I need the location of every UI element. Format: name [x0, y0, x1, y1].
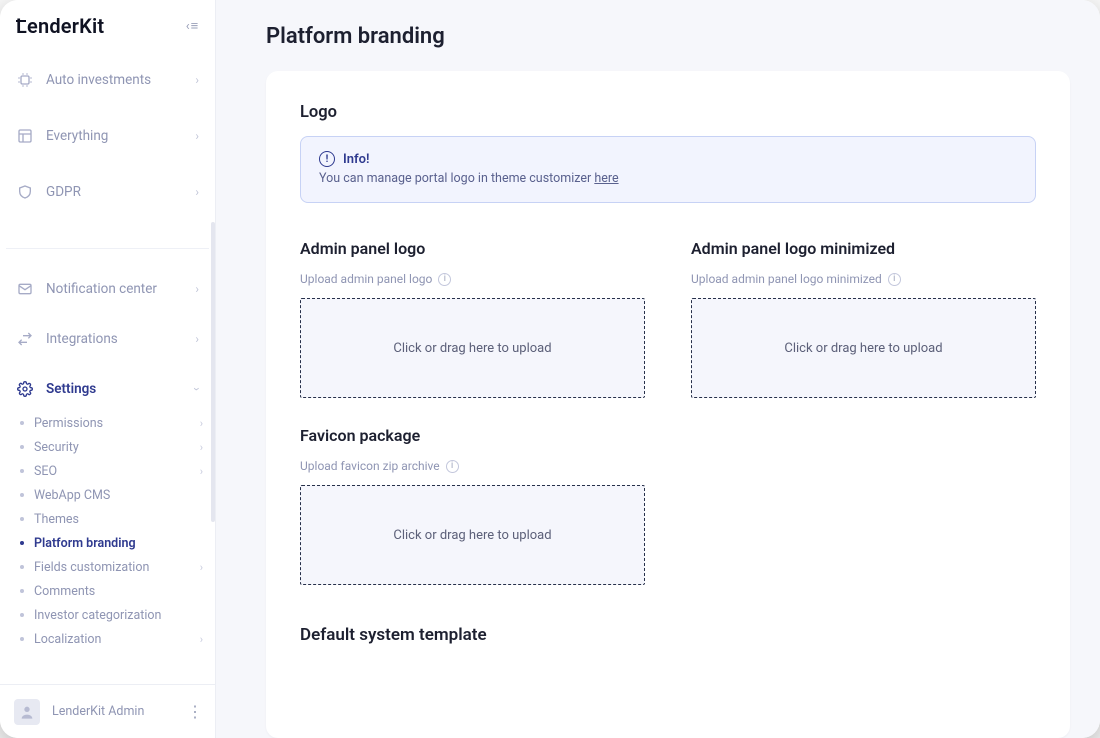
sub-label: Fields customization — [34, 560, 149, 575]
dropzone-label: Click or drag here to upload — [393, 341, 551, 356]
default-template-heading: Default system template — [300, 625, 1036, 645]
nav-primary: Auto investments › Everything › — [0, 52, 215, 214]
dropzone-admin-logo[interactable]: Click or drag here to upload — [300, 298, 645, 398]
current-user[interactable]: LenderKit Admin — [14, 699, 144, 725]
sub-label: Localization — [34, 632, 101, 647]
sub-permissions[interactable]: Permissions › — [8, 411, 215, 435]
sidebar-item-label: Auto investments — [46, 72, 151, 88]
chevron-right-icon: › — [200, 441, 203, 454]
sub-comments[interactable]: Comments — [8, 579, 215, 603]
chevron-right-icon: › — [200, 633, 203, 646]
upload-subtitle-text: Upload admin panel logo minimized — [691, 272, 882, 286]
sub-label: Comments — [34, 584, 95, 599]
avatar — [14, 699, 40, 725]
upload-title: Admin panel logo — [300, 239, 645, 258]
chevron-right-icon: › — [195, 73, 199, 87]
sidebar-scroll[interactable]: Auto investments › Everything › — [0, 52, 215, 684]
logo-section-title: Logo — [300, 103, 1036, 122]
sidebar-collapse-button[interactable]: ‹ ≡ — [181, 15, 203, 37]
sidebar-item-settings[interactable]: Settings › — [6, 367, 209, 411]
gear-icon — [16, 380, 34, 398]
upload-subtitle: Upload admin panel logo minimized i — [691, 272, 1036, 286]
sub-label: WebApp CMS — [34, 488, 110, 503]
sidebar-item-label: Settings — [46, 381, 96, 397]
upload-title: Admin panel logo minimized — [691, 239, 1036, 258]
sidebar-divider — [6, 248, 209, 249]
info-link[interactable]: here — [594, 171, 618, 186]
sub-platform-branding[interactable]: Platform branding — [8, 531, 215, 555]
cpu-icon — [16, 71, 34, 89]
nav-secondary: Notification center › Integrations › — [0, 261, 215, 411]
chevron-right-icon: › — [195, 332, 199, 346]
sidebar-item-label: Notification center — [46, 281, 157, 297]
upload-title: Favicon package — [300, 426, 645, 445]
sidebar-item-label: Integrations — [46, 331, 118, 347]
sidebar-header: LenderKit ‹ ≡ — [0, 0, 215, 52]
sub-investor-categorization[interactable]: Investor categorization — [8, 603, 215, 627]
swap-icon — [16, 330, 34, 348]
sub-fields-customization[interactable]: Fields customization › — [8, 555, 215, 579]
sub-localization[interactable]: Localization › — [8, 627, 215, 651]
sub-label: Permissions — [34, 416, 103, 431]
sidebar-item-gdpr[interactable]: GDPR › — [6, 170, 209, 214]
sub-themes[interactable]: Themes — [8, 507, 215, 531]
layout-icon — [16, 127, 34, 145]
menu-icon: ≡ — [191, 18, 199, 34]
sub-label: SEO — [34, 464, 57, 479]
sidebar-footer: LenderKit Admin ⋮ — [0, 684, 215, 738]
info-body: You can manage portal logo in theme cust… — [319, 171, 1017, 186]
help-icon[interactable]: i — [888, 273, 901, 286]
dropzone-admin-logo-min[interactable]: Click or drag here to upload — [691, 298, 1036, 398]
main-content: Platform branding Logo ! Info! You can m… — [216, 0, 1100, 738]
dropzone-label: Click or drag here to upload — [393, 528, 551, 543]
info-text: You can manage portal logo in theme cust… — [319, 171, 594, 186]
sidebar-item-everything[interactable]: Everything › — [6, 114, 209, 158]
user-menu-button[interactable]: ⋮ — [187, 702, 203, 721]
chevron-right-icon: › — [195, 129, 199, 143]
info-icon: ! — [319, 151, 335, 167]
user-name: LenderKit Admin — [52, 704, 144, 719]
sidebar-item-auto-investments[interactable]: Auto investments › — [6, 58, 209, 102]
chevron-left-icon: ‹ — [186, 19, 190, 34]
chevron-right-icon: › — [195, 282, 199, 296]
sidebar: LenderKit ‹ ≡ Auto investments › — [0, 0, 216, 738]
info-alert: ! Info! You can manage portal logo in th… — [300, 136, 1036, 203]
upload-subtitle-text: Upload admin panel logo — [300, 272, 432, 286]
sub-label: Security — [34, 440, 79, 455]
dropzone-label: Click or drag here to upload — [784, 341, 942, 356]
upload-admin-logo: Admin panel logo Upload admin panel logo… — [300, 239, 645, 398]
chevron-right-icon: › — [195, 185, 199, 199]
sub-label: Themes — [34, 512, 79, 527]
chevron-right-icon: › — [200, 465, 203, 478]
sidebar-item-label: Everything — [46, 128, 108, 144]
chevron-right-icon: › — [200, 561, 203, 574]
upload-subtitle-text: Upload favicon zip archive — [300, 459, 440, 473]
sub-seo[interactable]: SEO › — [8, 459, 215, 483]
page-title: Platform branding — [216, 0, 1100, 71]
sidebar-item-notification-center[interactable]: Notification center › — [6, 267, 209, 311]
dropzone-favicon[interactable]: Click or drag here to upload — [300, 485, 645, 585]
sub-label: Platform branding — [34, 536, 136, 551]
app-frame: LenderKit ‹ ≡ Auto investments › — [0, 0, 1100, 738]
uploads-grid: Admin panel logo Upload admin panel logo… — [300, 239, 1036, 585]
info-title: Info! — [343, 152, 369, 167]
upload-favicon: Favicon package Upload favicon zip archi… — [300, 426, 645, 585]
chevron-right-icon: › — [200, 417, 203, 430]
sidebar-item-label: GDPR — [46, 184, 81, 200]
mail-icon — [16, 280, 34, 298]
brand-logo: LenderKit — [16, 14, 104, 38]
content-card: Logo ! Info! You can manage portal logo … — [266, 71, 1070, 738]
help-icon[interactable]: i — [446, 460, 459, 473]
chevron-down-icon: › — [190, 387, 204, 391]
shield-icon — [16, 183, 34, 201]
upload-admin-logo-min: Admin panel logo minimized Upload admin … — [691, 239, 1036, 398]
sidebar-item-integrations[interactable]: Integrations › — [6, 317, 209, 361]
upload-subtitle: Upload admin panel logo i — [300, 272, 645, 286]
settings-submenu: Permissions › Security › SEO › WebApp CMS T… — [0, 411, 215, 659]
help-icon[interactable]: i — [438, 273, 451, 286]
sub-security[interactable]: Security › — [8, 435, 215, 459]
upload-subtitle: Upload favicon zip archive i — [300, 459, 645, 473]
sub-label: Investor categorization — [34, 608, 161, 623]
sub-webapp-cms[interactable]: WebApp CMS — [8, 483, 215, 507]
